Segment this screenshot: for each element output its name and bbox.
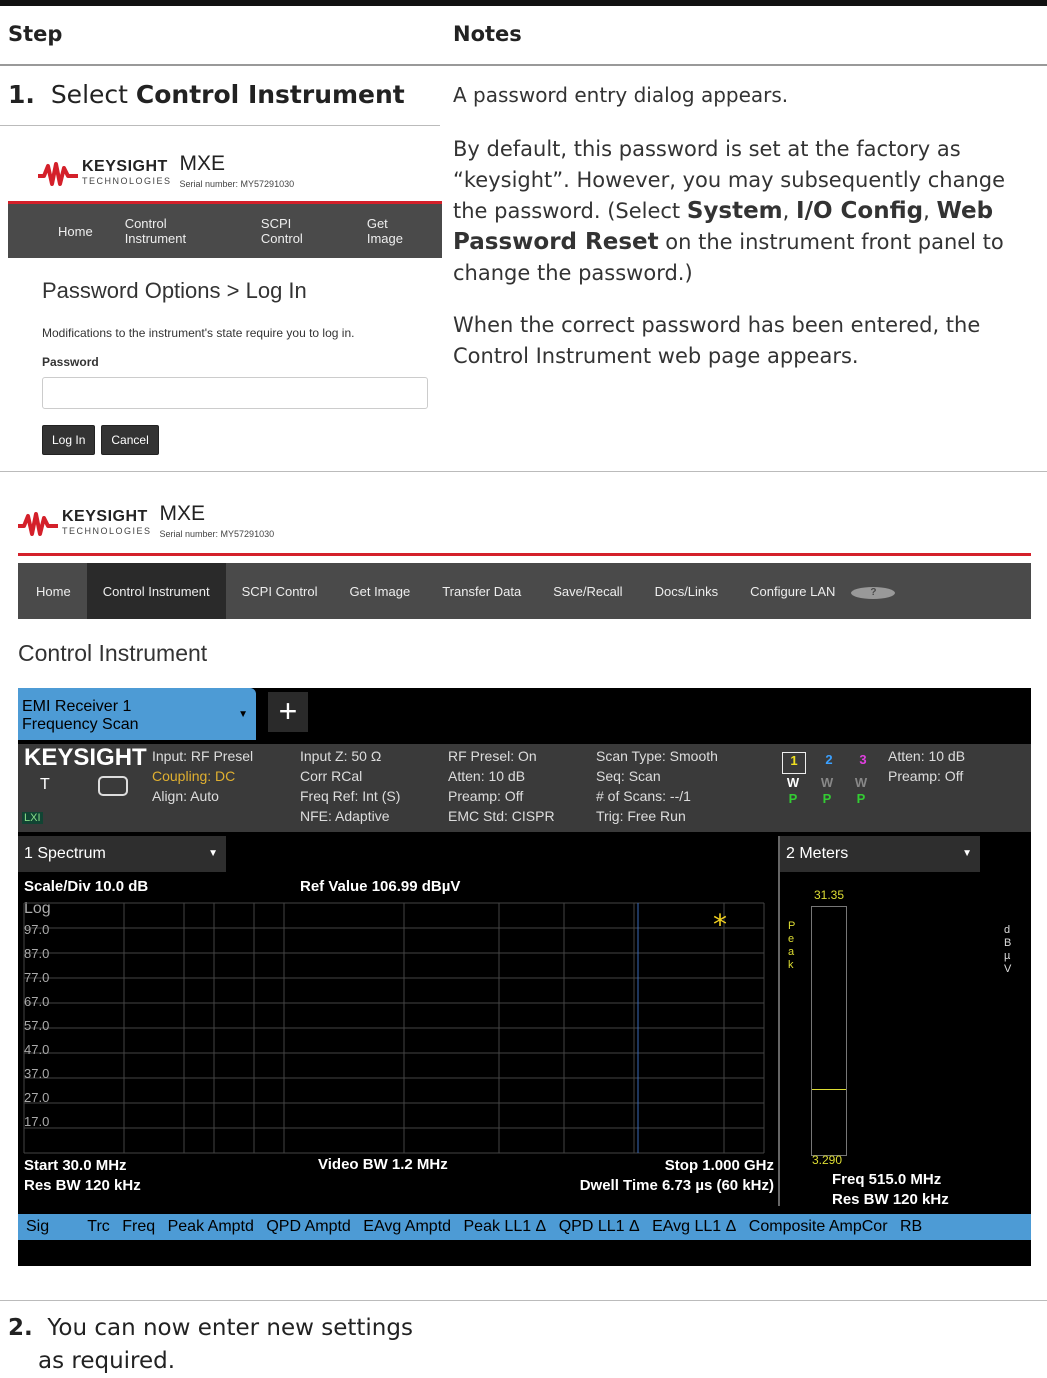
nav-control-instrument[interactable]: Control Instrument bbox=[109, 216, 245, 246]
window-2-tab[interactable]: 2 Meters ▼ bbox=[780, 836, 980, 872]
help-icon[interactable]: ? bbox=[851, 583, 896, 599]
header-divider bbox=[0, 64, 1047, 66]
window-1-dropdown-icon[interactable]: ▼ bbox=[208, 836, 218, 872]
scale-div: Scale/Div 10.0 dB bbox=[24, 878, 149, 895]
nav-get-image[interactable]: Get Image bbox=[351, 216, 442, 246]
login-screenshot: KEYSIGHT TECHNOLOGIES MXE Serial number: M… bbox=[8, 138, 442, 465]
col-rb[interactable]: RB bbox=[900, 1218, 922, 1235]
col-composite-ampcor[interactable]: Composite AmpCor bbox=[749, 1218, 888, 1235]
step-2-label: 2. You can now enter new settings as requ… bbox=[8, 1315, 413, 1374]
nav-configure-lan[interactable]: Configure LAN bbox=[734, 584, 851, 599]
t-label: T bbox=[40, 776, 50, 793]
nav-home[interactable]: Home bbox=[8, 224, 109, 239]
nav-get-image[interactable]: Get Image bbox=[334, 584, 427, 599]
info-col-2: Input Z: 50 Ω Corr RCal Freq Ref: Int (S) N… bbox=[300, 748, 401, 824]
step-1-note-1: A password entry dialog appears. bbox=[453, 83, 789, 107]
header-notes: Notes bbox=[453, 22, 522, 46]
trace-1-detector: P bbox=[788, 791, 798, 806]
trace-1-mode: W bbox=[786, 775, 800, 790]
col-eavg-ll1-delta[interactable]: EAvg LL1 Δ bbox=[652, 1218, 736, 1235]
col-qpd-amptd[interactable]: QPD Amptd bbox=[266, 1218, 350, 1235]
results-table-header: Sig Trc Freq Peak Amptd QPD Amptd EAvg A… bbox=[18, 1214, 1031, 1240]
nav-scpi-control[interactable]: SCPI Control bbox=[245, 216, 351, 246]
mode-dropdown-icon[interactable]: ▼ bbox=[238, 706, 248, 724]
keysight-wave-icon bbox=[18, 512, 58, 536]
lxi-badge: LXI bbox=[22, 812, 43, 824]
marker-star-icon: * bbox=[713, 908, 727, 941]
col-sig[interactable]: Sig bbox=[26, 1218, 49, 1235]
trace-3-mode: W bbox=[854, 775, 868, 790]
trace-2-detector: P bbox=[822, 791, 832, 806]
login-message: Modifications to the instrument's state … bbox=[42, 326, 355, 340]
keysight-wave-icon bbox=[38, 162, 78, 186]
info-col-4: Scan Type: Smooth Seq: Scan # of Scans: --… bbox=[596, 748, 718, 824]
header-step: Step bbox=[8, 22, 63, 46]
mode-tab[interactable]: EMI Receiver 1 Frequency Scan ▼ bbox=[18, 688, 256, 740]
window-2-dropdown-icon[interactable]: ▼ bbox=[962, 836, 972, 872]
spectrum-graph[interactable]: * bbox=[18, 898, 778, 1158]
window-1-tab[interactable]: 1 Spectrum ▼ bbox=[18, 836, 226, 872]
col-peak-amptd[interactable]: Peak Amptd bbox=[168, 1218, 254, 1235]
main-navbar: Home Control Instrument SCPI Control Get… bbox=[18, 563, 1031, 619]
trace-3[interactable]: 3 bbox=[852, 752, 874, 774]
trace-2[interactable]: 2 bbox=[818, 752, 840, 774]
meter-peak-label: Peak bbox=[788, 920, 796, 971]
col-freq[interactable]: Freq bbox=[122, 1218, 155, 1235]
info-col-5: Atten: 10 dB Preamp: Off bbox=[888, 748, 966, 784]
step-1-screenshot-divider bbox=[0, 471, 1047, 472]
info-col-3: RF Presel: On Atten: 10 dB Preamp: Off EMC … bbox=[448, 748, 555, 824]
y-axis-ticks: 97.0 87.0 77.0 67.0 57.0 47.0 37.0 27.0 17.0 bbox=[24, 922, 50, 1129]
login-navbar: Home Control Instrument SCPI Control Get… bbox=[8, 204, 442, 258]
step-1-label: 1. Select Control Instrument bbox=[8, 80, 405, 109]
col-peak-ll1-delta[interactable]: Peak LL1 Δ bbox=[464, 1218, 547, 1235]
message-icon[interactable] bbox=[98, 776, 128, 796]
step-1-divider bbox=[0, 125, 440, 126]
meter-bottom-value: 3.290 bbox=[812, 1153, 843, 1167]
page-title: Control Instrument bbox=[18, 640, 208, 666]
step-1-note-2: By default, this password is set at the … bbox=[453, 137, 1006, 285]
col-eavg-amptd[interactable]: EAvg Amptd bbox=[363, 1218, 451, 1235]
trace-3-detector: P bbox=[856, 791, 866, 806]
trace-1[interactable]: 1 bbox=[782, 752, 806, 774]
keysight-logo: KEYSIGHT TECHNOLOGIES MXE Serial number: M… bbox=[38, 153, 294, 194]
cancel-button[interactable]: Cancel bbox=[101, 425, 159, 455]
meter-unit-label: dBµV bbox=[1004, 924, 1012, 975]
nav-scpi-control[interactable]: SCPI Control bbox=[226, 584, 334, 599]
step-2-divider bbox=[0, 1300, 1047, 1301]
nav-home[interactable]: Home bbox=[18, 584, 87, 599]
keysight-logo-2: KEYSIGHT TECHNOLOGIES MXE Serial number: M… bbox=[18, 503, 274, 544]
nav-transfer-data[interactable]: Transfer Data bbox=[426, 584, 537, 599]
trace-2-mode: W bbox=[820, 775, 834, 790]
meter-bar bbox=[811, 906, 847, 1156]
info-col-1: Input: RF Presel Coupling: DC Align: Aut… bbox=[152, 748, 254, 804]
meter-freq-block: Freq 515.0 MHz Res BW 120 kHz bbox=[832, 1171, 949, 1208]
col-qpd-ll1-delta[interactable]: QPD LL1 Δ bbox=[559, 1218, 640, 1235]
password-label: Password bbox=[42, 355, 99, 369]
login-title: Password Options > Log In bbox=[42, 278, 307, 303]
step-1-note-3: When the correct password has been enter… bbox=[453, 313, 981, 368]
instrument-display: EMI Receiver 1 Frequency Scan ▼ + KEYSIG… bbox=[18, 688, 1031, 1266]
meter-top-value: 31.35 bbox=[814, 888, 845, 902]
video-bw: Video BW 1.2 MHz bbox=[318, 1156, 448, 1173]
instrument-logo: KEYSIGHT bbox=[24, 744, 147, 771]
meter-level bbox=[812, 1089, 846, 1090]
add-tab-button[interactable]: + bbox=[268, 692, 308, 732]
nav-docs-links[interactable]: Docs/Links bbox=[639, 584, 735, 599]
nav-control-instrument[interactable]: Control Instrument bbox=[86, 563, 226, 619]
col-trc[interactable]: Trc bbox=[87, 1218, 110, 1235]
start-freq-block: Start 30.0 MHz Res BW 120 kHz bbox=[24, 1157, 141, 1194]
brand-redline-2 bbox=[18, 553, 1031, 556]
nav-save-recall[interactable]: Save/Recall bbox=[537, 584, 638, 599]
login-button[interactable]: Log In bbox=[42, 425, 96, 455]
stop-freq-block: Stop 1.000 GHz Dwell Time 6.73 µs (60 kHz… bbox=[579, 1157, 774, 1194]
password-input[interactable] bbox=[42, 377, 428, 409]
ref-value: Ref Value 106.99 dBµV bbox=[300, 878, 461, 895]
top-rule bbox=[0, 0, 1047, 6]
trace-indicators: 1 2 3 W W W P P P bbox=[782, 752, 882, 806]
